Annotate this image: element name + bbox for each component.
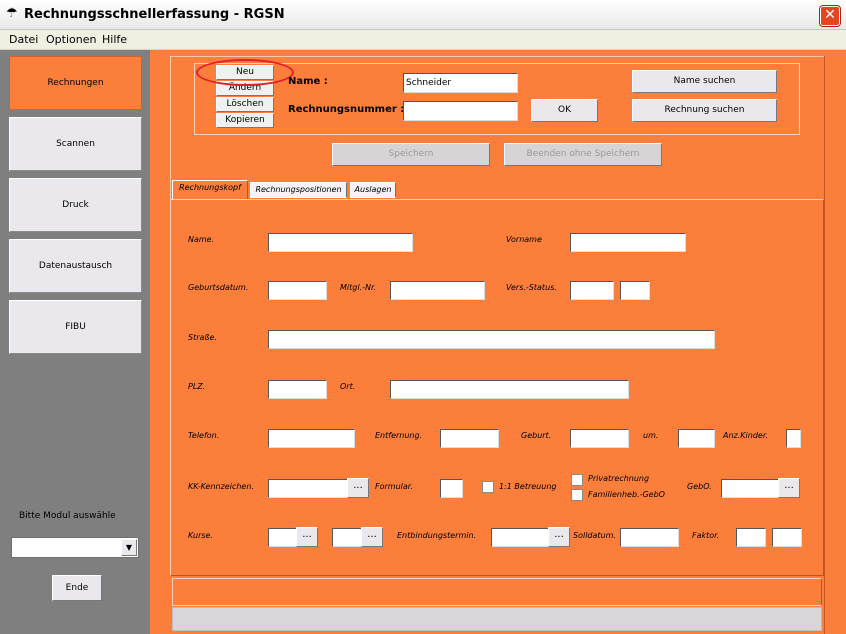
bottom-panel	[172, 578, 822, 606]
sidebar-item-label: FIBU	[65, 322, 86, 332]
solldatum-field[interactable]	[620, 528, 679, 547]
menu-hilfe[interactable]: Hilfe	[102, 33, 127, 46]
entbindungstermin-field[interactable]	[491, 528, 549, 547]
betreuung-label: 1:1 Betreuung	[499, 482, 557, 491]
vers-status-field-2[interactable]	[620, 281, 650, 300]
delete-button[interactable]: Löschen	[216, 97, 274, 112]
kk-kennzeichen-browse-button[interactable]: ...	[347, 478, 369, 498]
ort-field[interactable]	[390, 380, 629, 399]
name-field-label: Name.	[188, 235, 215, 244]
find-invoice-button[interactable]: Rechnung suchen	[632, 99, 777, 122]
name-search-value: Schneider	[406, 78, 452, 88]
entbindungstermin-label: Entbindungstermin.	[397, 531, 477, 540]
ort-label: Ort.	[340, 382, 356, 391]
kk-kennzeichen-label: KK-Kennzeichen.	[188, 482, 254, 491]
privatrechnung-label: Privatrechnung	[588, 474, 650, 483]
vers-status-label: Vers.-Status.	[506, 283, 557, 292]
module-label: Bitte Modul auswähle	[19, 511, 116, 521]
kurse-label: Kurse.	[188, 531, 214, 540]
tab-rechnungspositionen[interactable]: Rechnungspositionen	[250, 182, 347, 198]
strasse-label: Straße.	[188, 333, 217, 342]
um-label: um.	[643, 431, 659, 440]
invoice-number-input[interactable]	[403, 101, 518, 121]
geburtsdatum-field[interactable]	[268, 281, 327, 300]
exit-without-save-button[interactable]: Beenden ohne Speichern	[504, 143, 662, 166]
module-select-value	[12, 542, 14, 552]
geburtsdatum-label: Geburtsdatum.	[188, 283, 249, 292]
invoice-number-label: Rechnungsnummer :	[288, 104, 405, 115]
status-bar	[172, 607, 822, 631]
anz-kinder-field[interactable]	[786, 429, 801, 448]
anz-kinder-label: Anz.Kinder.	[723, 431, 768, 440]
geburt-label: Geburt.	[521, 431, 552, 440]
sidebar-item-rechnungen[interactable]: Rechnungen	[9, 56, 142, 110]
solldatum-label: Solldatum.	[573, 531, 616, 540]
um-field[interactable]	[678, 429, 715, 448]
kk-kennzeichen-field[interactable]	[268, 479, 348, 498]
plz-label: PLZ.	[188, 382, 206, 391]
entfernung-field[interactable]	[440, 429, 499, 448]
app-icon: ☂	[6, 6, 18, 21]
entbindungstermin-browse-button[interactable]: ...	[548, 527, 570, 547]
gebo-label: GebO.	[687, 482, 712, 491]
name-field[interactable]	[268, 233, 413, 252]
mitgl-nr-label: Mitgl.-Nr.	[340, 283, 377, 292]
tab-auslagen[interactable]: Auslagen	[350, 182, 396, 198]
close-button[interactable]: ✕	[819, 5, 841, 27]
faktor-label: Faktor.	[692, 531, 720, 540]
menu-datei[interactable]: Datei	[9, 33, 38, 46]
gebo-browse-button[interactable]: ...	[778, 478, 800, 498]
copy-button[interactable]: Kopieren	[216, 113, 274, 128]
name-label: Name :	[288, 76, 328, 87]
sidebar-item-label: Druck	[62, 200, 89, 210]
faktor-field-1[interactable]	[736, 528, 766, 547]
gebo-field[interactable]	[721, 479, 779, 498]
ok-button[interactable]: OK	[531, 99, 598, 122]
telefon-label: Telefon.	[188, 431, 220, 440]
sidebar-item-label: Scannen	[56, 139, 95, 149]
mitgl-nr-field[interactable]	[390, 281, 485, 300]
name-search-input[interactable]: Schneider	[403, 73, 518, 93]
strasse-field[interactable]	[268, 330, 715, 349]
vorname-label: Vorname	[506, 235, 542, 244]
kurse-browse-button-2[interactable]: ...	[361, 527, 383, 547]
formular-label: Formular.	[375, 482, 413, 491]
geburt-field[interactable]	[570, 429, 629, 448]
privatrechnung-checkbox[interactable]	[571, 474, 583, 486]
formular-field[interactable]	[440, 479, 463, 498]
sidebar-item-label: Rechnungen	[47, 78, 104, 88]
menu-optionen[interactable]: Optionen	[46, 33, 96, 46]
kurse-browse-button-1[interactable]: ...	[296, 527, 318, 547]
find-name-button[interactable]: Name suchen	[632, 70, 777, 93]
sidebar-item-druck[interactable]: Druck	[9, 178, 142, 232]
entfernung-label: Entfernung.	[375, 431, 423, 440]
plz-field[interactable]	[268, 380, 327, 399]
divider	[170, 56, 825, 57]
sidebar-item-datenaustausch[interactable]: Datenaustausch	[9, 239, 142, 293]
familienheb-label: Familienheb.-GebO	[588, 490, 665, 499]
kurse-field-2[interactable]	[332, 528, 362, 547]
divider	[824, 56, 825, 634]
tab-rechnungskopf[interactable]: Rechnungskopf	[172, 180, 248, 200]
highlight-annotation	[196, 59, 294, 86]
chevron-down-icon[interactable]: ▼	[121, 539, 137, 556]
vers-status-field[interactable]	[570, 281, 614, 300]
sidebar-item-scannen[interactable]: Scannen	[9, 117, 142, 171]
sidebar-item-fibu[interactable]: FIBU	[9, 300, 142, 354]
end-button[interactable]: Ende	[52, 575, 102, 601]
faktor-field-2[interactable]	[772, 528, 802, 547]
save-button[interactable]: Speichern	[332, 143, 490, 166]
betreuung-checkbox[interactable]	[482, 481, 494, 493]
familienheb-checkbox[interactable]	[571, 489, 583, 501]
window-title: Rechnungsschnellerfassung - RGSN	[24, 7, 285, 22]
kurse-field-1[interactable]	[268, 528, 297, 547]
vorname-field[interactable]	[570, 233, 686, 252]
sidebar-item-label: Datenaustausch	[38, 261, 113, 271]
module-select[interactable]: ▼	[11, 537, 139, 558]
telefon-field[interactable]	[268, 429, 355, 448]
